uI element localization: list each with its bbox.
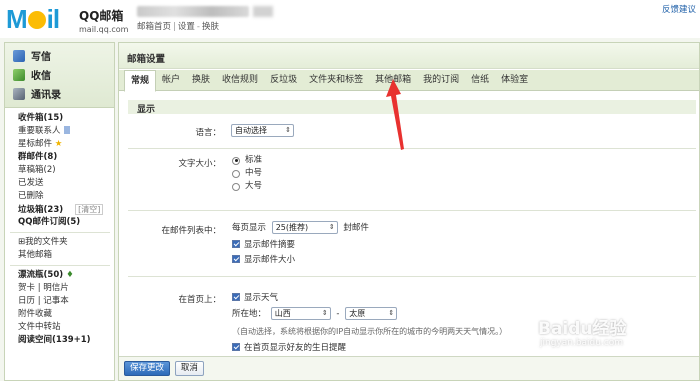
watermark-url: jingyan.baidu.com xyxy=(540,338,624,348)
watermark-logo: Baidu经验 xyxy=(538,319,627,339)
